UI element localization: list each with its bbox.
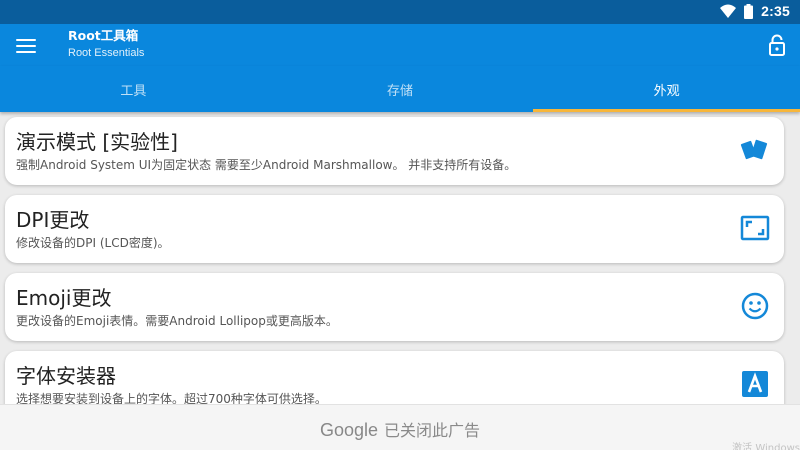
card-demo-mode[interactable]: 演示模式 [实验性] 强制Android System UI为固定状态 需要至少… xyxy=(5,117,784,185)
cards-icon xyxy=(740,135,770,165)
menu-icon[interactable] xyxy=(16,39,36,53)
tab-storage[interactable]: 存储 xyxy=(267,66,534,112)
smiley-icon xyxy=(740,291,770,321)
screen-resize-icon xyxy=(740,213,770,243)
card-description: 更改设备的Emoji表情。需要Android Lollipop或更高版本。 xyxy=(16,314,338,328)
card-description: 修改设备的DPI (LCD密度)。 xyxy=(16,236,170,250)
app-titles: Root工具箱 Root Essentials xyxy=(68,28,144,61)
font-icon xyxy=(740,369,770,399)
card-title: Emoji更改 xyxy=(16,286,112,310)
ad-closed-message: Google 已关闭此广告 xyxy=(0,417,800,441)
status-bar: 2:35 xyxy=(0,0,800,24)
card-list: 演示模式 [实验性] 强制Android System UI为固定状态 需要至少… xyxy=(0,112,800,404)
card-description: 强制Android System UI为固定状态 需要至少Android Mar… xyxy=(16,158,517,172)
card-description: 选择想要安装到设备上的字体。超过700种字体可供选择。 xyxy=(16,392,327,404)
app-title: Root工具箱 xyxy=(68,28,139,43)
ad-text: 已关闭此广告 xyxy=(384,421,481,440)
card-emoji-change[interactable]: Emoji更改 更改设备的Emoji表情。需要Android Lollipop或… xyxy=(5,273,784,341)
wifi-icon xyxy=(720,4,737,18)
status-icons: 2:35 xyxy=(720,3,790,19)
card-title: 演示模式 [实验性] xyxy=(16,130,178,154)
app-bar: Root工具箱 Root Essentials xyxy=(0,24,800,66)
tab-bar: 工具 存储 外观 xyxy=(0,66,800,112)
tab-tools[interactable]: 工具 xyxy=(0,66,267,112)
card-font-installer[interactable]: 字体安装器 选择想要安装到设备上的字体。超过700种字体可供选择。 xyxy=(5,351,784,404)
tab-appearance[interactable]: 外观 xyxy=(533,66,800,112)
windows-watermark: 激活 Windows xyxy=(732,443,800,450)
google-logo: Google xyxy=(319,420,379,440)
ad-banner: Google 已关闭此广告 激活 Windows xyxy=(0,404,800,450)
card-title: 字体安装器 xyxy=(16,364,116,388)
unlock-icon[interactable] xyxy=(768,34,786,56)
card-dpi-change[interactable]: DPI更改 修改设备的DPI (LCD密度)。 xyxy=(5,195,784,263)
battery-icon xyxy=(744,3,754,19)
app-subtitle: Root Essentials xyxy=(68,47,145,59)
status-time: 2:35 xyxy=(761,3,790,19)
card-title: DPI更改 xyxy=(16,208,90,232)
